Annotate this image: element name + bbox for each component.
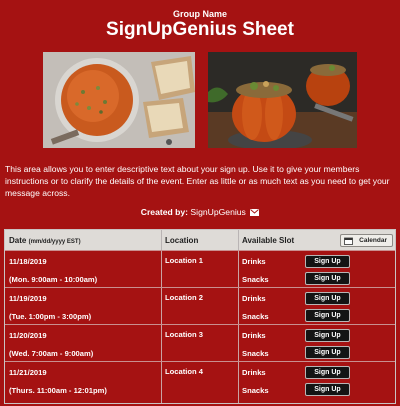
description-text: This area allows you to enter descriptiv…	[5, 164, 390, 198]
table-row: 11/18/2019 (Mon. 9:00am - 10:00am) Locat…	[5, 250, 395, 287]
slot-drinks: Drinks	[242, 368, 266, 377]
row-location: Location 4	[165, 367, 203, 376]
row-date: 11/20/2019	[9, 331, 47, 340]
column-divider	[238, 230, 239, 251]
slot-drinks: Drinks	[242, 257, 266, 266]
slot-snacks: Snacks	[242, 312, 269, 321]
signup-button[interactable]: Sign Up	[305, 329, 350, 342]
slot-snacks: Snacks	[242, 275, 269, 284]
row-location: Location 2	[165, 293, 203, 302]
signup-button[interactable]: Sign Up	[305, 309, 350, 322]
signup-button[interactable]: Sign Up	[305, 346, 350, 359]
signup-button[interactable]: Sign Up	[305, 383, 350, 396]
header-date-label: Date	[9, 236, 27, 245]
creator-name: SignUpGenius	[190, 207, 246, 217]
envelope-icon[interactable]	[250, 209, 260, 216]
header-slot: Available Slot	[242, 236, 295, 245]
soup-bowl-photo	[43, 52, 195, 148]
header-date: Date (mm/dd/yyyy EST)	[9, 236, 81, 245]
slot-snacks: Snacks	[242, 349, 269, 358]
created-by: Created by: SignUpGenius	[0, 207, 400, 217]
row-time: (Thurs. 11:00am - 12:01pm)	[9, 386, 107, 395]
signup-button[interactable]: Sign Up	[305, 366, 350, 379]
row-time: (Mon. 9:00am - 10:00am)	[9, 275, 98, 284]
table-row: 11/21/2019 (Thurs. 11:00am - 12:01pm) Lo…	[5, 361, 395, 403]
row-location: Location 1	[165, 256, 203, 265]
calendar-button[interactable]: Calendar	[340, 234, 393, 247]
signup-button[interactable]: Sign Up	[305, 272, 350, 285]
sheet-title: SignUpGenius Sheet	[106, 19, 294, 40]
calendar-icon	[344, 237, 353, 245]
header-location: Location	[165, 236, 199, 245]
header-date-format: (mm/dd/yyyy EST)	[28, 239, 81, 245]
row-time: (Tue. 1:00pm - 3:00pm)	[9, 312, 92, 321]
signup-button[interactable]: Sign Up	[305, 292, 350, 305]
slot-drinks: Drinks	[242, 331, 266, 340]
column-divider	[161, 230, 162, 251]
table-row: 11/19/2019 (Tue. 1:00pm - 3:00pm) Locati…	[5, 287, 395, 324]
row-date: 11/19/2019	[9, 294, 47, 303]
calendar-label: Calendar	[359, 237, 387, 244]
stuffed-pumpkin-photo	[208, 52, 357, 148]
row-date: 11/18/2019	[9, 257, 47, 266]
signup-button[interactable]: Sign Up	[305, 255, 350, 268]
signup-table: Date (mm/dd/yyyy EST) Location Available…	[4, 229, 396, 404]
slot-drinks: Drinks	[242, 294, 266, 303]
table-row: 11/20/2019 (Wed. 7:00am - 9:00am) Locati…	[5, 324, 395, 361]
table-header: Date (mm/dd/yyyy EST) Location Available…	[5, 230, 395, 251]
row-location: Location 3	[165, 330, 203, 339]
created-by-label: Created by:	[140, 207, 189, 217]
group-name: Group Name	[172, 9, 227, 19]
row-date: 11/21/2019	[9, 368, 47, 377]
row-time: (Wed. 7:00am - 9:00am)	[9, 349, 94, 358]
slot-snacks: Snacks	[242, 386, 269, 395]
